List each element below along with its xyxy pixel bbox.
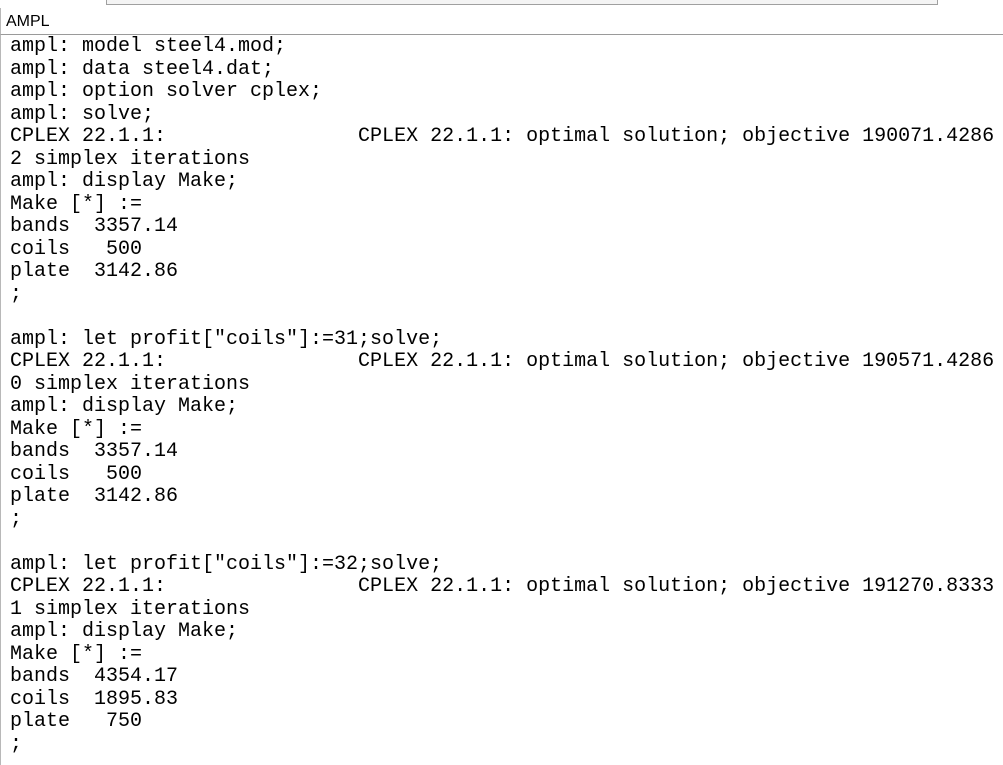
panel-title: AMPL <box>6 13 50 30</box>
console-line: ampl: option solver cplex; <box>10 80 323 103</box>
ampl-window: AMPL ampl: model steel4.mod; ampl: data … <box>0 0 1003 765</box>
console-line: ampl: let profit["coils"]:=31;solve; <box>10 327 443 351</box>
console-lines: ampl: model steel4.mod; ampl: data steel… <box>10 35 995 756</box>
top-tab-strip <box>0 0 1003 6</box>
console-line: CPLEX 22.1.1: CPLEX 22.1.1: optimal solu… <box>10 575 995 598</box>
console-line: coils 500 <box>10 237 143 261</box>
console-line: Make [*] := <box>10 642 143 666</box>
console-line: ampl: solve; <box>10 102 155 126</box>
console-line: plate 750 <box>10 710 143 733</box>
console-line: 1 simplex iterations <box>10 597 251 621</box>
console-line: ampl: display Make; <box>10 170 239 193</box>
console-line: ampl: data steel4.dat; <box>10 57 275 81</box>
console-line: 2 simplex iterations <box>10 147 251 171</box>
console-line: bands 4354.17 <box>10 665 179 688</box>
console-line: bands 3357.14 <box>10 215 179 238</box>
console-output[interactable]: ampl: model steel4.mod; ampl: data steel… <box>0 35 1003 765</box>
console-line: Make [*] := <box>10 192 143 216</box>
console-line: Make [*] := <box>10 417 143 441</box>
console-line: ampl: model steel4.mod; <box>10 35 287 58</box>
console-line: ampl: let profit["coils"]:=32;solve; <box>10 552 443 576</box>
console-line: plate 3142.86 <box>10 260 179 283</box>
console-line: ; <box>10 282 23 306</box>
console-line: ampl: display Make; <box>10 620 239 643</box>
console-line: ; <box>10 507 23 531</box>
console-line: ampl: display Make; <box>10 395 239 418</box>
console-line: coils 1895.83 <box>10 687 179 711</box>
console-line: plate 3142.86 <box>10 485 179 508</box>
console-line: ; <box>10 732 23 756</box>
console-line: 0 simplex iterations <box>10 372 251 396</box>
console-line: CPLEX 22.1.1: CPLEX 22.1.1: optimal solu… <box>10 350 995 373</box>
console-line: coils 500 <box>10 462 143 486</box>
console-line: CPLEX 22.1.1: CPLEX 22.1.1: optimal solu… <box>10 125 995 148</box>
console-line: bands 3357.14 <box>10 440 179 463</box>
panel-title-bar: AMPL <box>0 8 1003 35</box>
tab-area[interactable] <box>106 0 938 5</box>
